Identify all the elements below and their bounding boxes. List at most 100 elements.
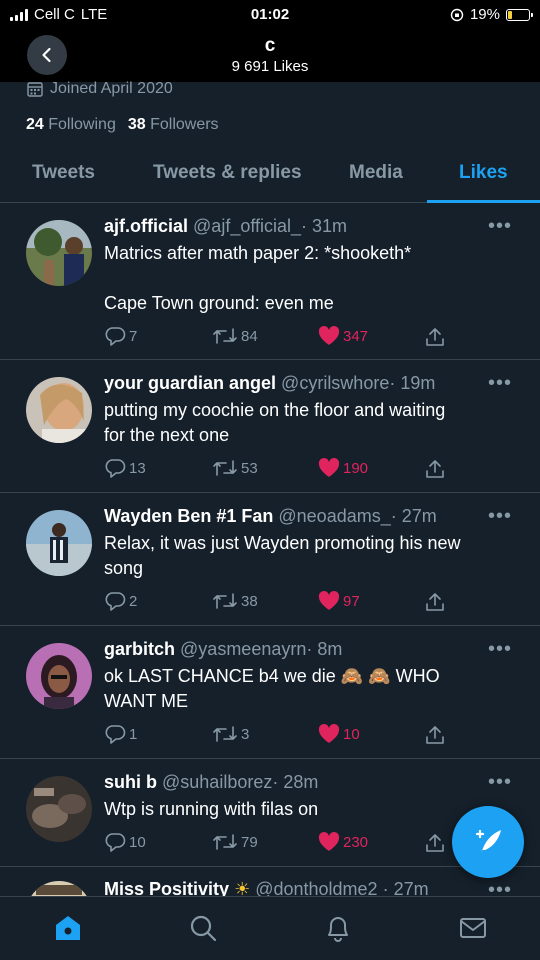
- tweet-author-handle[interactable]: @yasmeenayrn: [180, 639, 306, 659]
- tweet-time: · 27m: [382, 879, 429, 896]
- nav-notifications[interactable]: [323, 913, 353, 948]
- orientation-lock-icon: [450, 8, 464, 21]
- reply-button[interactable]: 2: [104, 591, 137, 611]
- avatar[interactable]: [26, 881, 92, 896]
- tab-tweets-replies[interactable]: Tweets & replies: [153, 162, 302, 184]
- avatar[interactable]: [26, 377, 92, 443]
- avatar[interactable]: [26, 220, 92, 286]
- tweet-author-name[interactable]: ajf.official: [104, 216, 188, 236]
- like-count: 190: [343, 459, 369, 477]
- following-link[interactable]: 24 Following: [26, 116, 116, 134]
- tweet-text-line: ok LAST CHANCE b4 we die 🙈 🙈 WHO: [104, 664, 514, 689]
- tweet-author-name[interactable]: suhi b: [104, 772, 157, 792]
- status-right: 19%: [450, 6, 533, 23]
- tweet-item[interactable]: ajf.official @ajf_official_· 31m ••• Mat…: [0, 203, 540, 360]
- joined-label: Joined April 2020: [50, 80, 173, 97]
- nav-messages[interactable]: [458, 913, 488, 948]
- tweet-item[interactable]: your guardian angel @cyrilswhore· 19m ••…: [0, 360, 540, 493]
- retweet-count: 3: [241, 725, 250, 743]
- tweet-author-name[interactable]: Miss Positivity: [104, 879, 229, 896]
- tweet-author-handle[interactable]: @cyrilswhore: [281, 373, 389, 393]
- tweet-author-handle[interactable]: @suhailborez: [162, 772, 272, 792]
- search-icon: [190, 915, 217, 942]
- reply-icon: [105, 592, 126, 611]
- more-options-icon[interactable]: •••: [488, 638, 512, 661]
- heart-icon: [318, 724, 340, 743]
- heart-icon: [318, 326, 340, 345]
- tweet-author-handle[interactable]: @neoadams_: [278, 506, 390, 526]
- like-button[interactable]: 190: [318, 458, 368, 478]
- tweet-time: · 28m: [272, 772, 319, 792]
- compose-tweet-button[interactable]: [452, 806, 524, 878]
- tweet-text-line: Wtp is running with filas on: [104, 799, 319, 819]
- retweet-icon: [213, 593, 237, 609]
- tweet-text-line: putting my coochie on the floor and wait…: [104, 400, 446, 420]
- tweet-text-line: for the next one: [104, 425, 230, 445]
- retweet-button[interactable]: 79: [212, 832, 258, 852]
- reply-button[interactable]: 10: [104, 832, 146, 852]
- home-icon: [56, 916, 80, 940]
- share-button[interactable]: [424, 591, 446, 613]
- retweet-button[interactable]: 84: [212, 326, 258, 346]
- retweet-button[interactable]: 3: [212, 724, 249, 744]
- share-button[interactable]: [424, 326, 446, 348]
- reply-count: 13: [129, 459, 146, 477]
- more-options-icon[interactable]: •••: [488, 215, 512, 238]
- avatar[interactable]: [26, 510, 92, 576]
- retweet-button[interactable]: 53: [212, 458, 258, 478]
- likes-count: 9 691 Likes: [231, 58, 309, 75]
- sun-emoji: ☀: [234, 879, 251, 896]
- like-button[interactable]: 97: [318, 591, 360, 611]
- retweet-button[interactable]: 38: [212, 591, 258, 611]
- nav-home[interactable]: [53, 913, 83, 948]
- bell-icon: [328, 917, 348, 942]
- tweet-body: Relax, it was just Wayden promoting his …: [104, 531, 514, 581]
- share-button[interactable]: [424, 724, 446, 746]
- reply-button[interactable]: 1: [104, 724, 137, 744]
- tweet-item[interactable]: garbitch @yasmeenayrn· 8m ••• ok LAST CH…: [0, 626, 540, 759]
- like-count: 10: [343, 725, 360, 743]
- battery-percent: 19%: [469, 6, 500, 23]
- more-options-icon[interactable]: •••: [488, 879, 512, 896]
- tab-tweets[interactable]: Tweets: [32, 162, 95, 184]
- nav-search[interactable]: [188, 913, 218, 948]
- tweet-author-name[interactable]: garbitch: [104, 639, 175, 659]
- tweet-item[interactable]: Wayden Ben #1 Fan @neoadams_· 27m ••• Re…: [0, 493, 540, 626]
- share-button[interactable]: [424, 458, 446, 480]
- reply-button[interactable]: 7: [104, 326, 137, 346]
- reply-count: 10: [129, 833, 146, 851]
- like-button[interactable]: 10: [318, 724, 360, 744]
- heart-icon: [318, 458, 340, 477]
- more-options-icon[interactable]: •••: [488, 771, 512, 794]
- share-icon: [426, 593, 444, 611]
- tab-likes[interactable]: Likes: [459, 162, 508, 184]
- share-button[interactable]: [424, 832, 446, 854]
- tweet-item[interactable]: Miss Positivity ☀ @dontholdme2 · 27m •••: [0, 867, 540, 896]
- tweet-body: putting my coochie on the floor and wait…: [104, 398, 514, 448]
- more-options-icon[interactable]: •••: [488, 505, 512, 528]
- compose-icon: [475, 829, 501, 855]
- avatar[interactable]: [26, 776, 92, 842]
- tweet-author-handle[interactable]: @dontholdme2: [255, 879, 377, 896]
- reply-icon: [105, 459, 126, 478]
- profile-tabs: Tweets Tweets & replies Media Likes: [0, 150, 540, 203]
- calendar-icon: [27, 82, 43, 97]
- follow-stats: 24 Following 38 Followers: [26, 116, 219, 134]
- tab-media[interactable]: Media: [349, 162, 403, 184]
- like-button[interactable]: 230: [318, 832, 368, 852]
- retweet-count: 38: [241, 592, 258, 610]
- heart-icon: [318, 591, 340, 610]
- following-count: 24: [26, 116, 44, 133]
- more-options-icon[interactable]: •••: [488, 372, 512, 395]
- tweet-author-handle[interactable]: @ajf_official_: [193, 216, 301, 236]
- tweet-actions: 2 38 97: [104, 591, 444, 615]
- tweet-author-name[interactable]: your guardian angel: [104, 373, 276, 393]
- following-label: Following: [48, 116, 116, 133]
- share-icon: [426, 328, 444, 346]
- tweet-text: ok LAST CHANCE b4 we die: [104, 666, 336, 686]
- avatar[interactable]: [26, 643, 92, 709]
- like-button[interactable]: 347: [318, 326, 368, 346]
- followers-link[interactable]: 38 Followers: [128, 116, 219, 134]
- tweet-author-name[interactable]: Wayden Ben #1 Fan: [104, 506, 273, 526]
- reply-button[interactable]: 13: [104, 458, 146, 478]
